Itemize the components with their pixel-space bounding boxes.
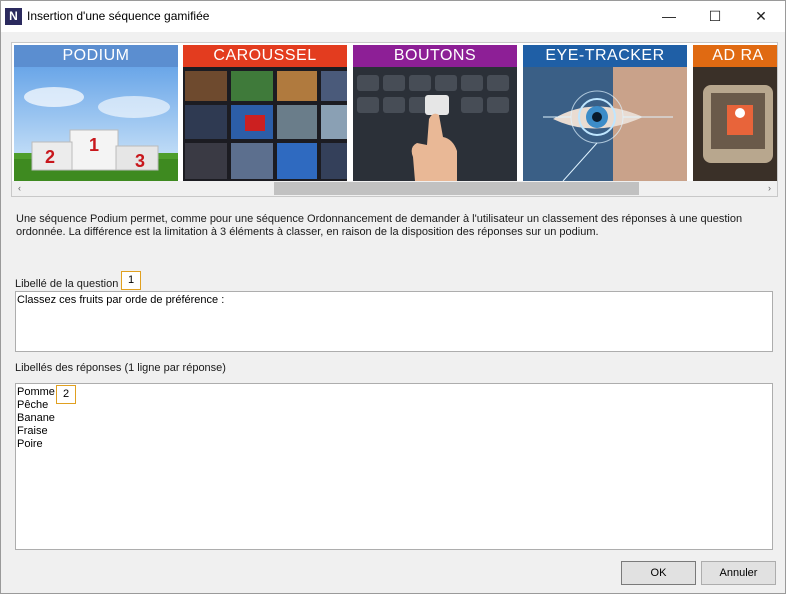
boutons-image xyxy=(353,67,517,181)
tile-boutons-label: BOUTONS xyxy=(353,45,517,67)
tile-ad-ra[interactable]: AD RA xyxy=(693,45,777,181)
minimize-button[interactable]: — xyxy=(646,1,692,32)
question-label: Libellé de la question xyxy=(15,278,119,290)
tile-ad-ra-label: AD RA xyxy=(693,45,777,67)
dialog-window: N Insertion d'une séquence gamifiée — ☐ … xyxy=(0,0,786,594)
question-marker: 1 xyxy=(121,271,141,290)
answers-marker: 2 xyxy=(56,385,76,404)
answers-label: Libellés des réponses (1 ligne par répon… xyxy=(15,362,226,374)
sequence-gallery: PODIUM 1 2 3 CAROUSSEL BOUTONS EYE-TRACK… xyxy=(11,42,778,197)
eye-tracker-image xyxy=(523,67,687,181)
tile-podium-label: PODIUM xyxy=(14,45,178,67)
tile-caroussel-label: CAROUSSEL xyxy=(183,45,347,67)
gallery-scrollbar[interactable]: ‹ › xyxy=(12,181,777,196)
answers-field[interactable]: Pomme Pêche Banane Fraise Poire xyxy=(15,383,773,550)
scrollbar-thumb[interactable] xyxy=(274,182,639,195)
caroussel-image xyxy=(183,67,347,181)
cancel-button[interactable]: Annuler xyxy=(701,561,776,585)
podium-first: 1 xyxy=(89,135,99,155)
tile-eye-tracker-label: EYE-TRACKER xyxy=(523,45,687,67)
question-field[interactable]: Classez ces fruits par orde de préférenc… xyxy=(15,291,773,352)
title-bar: N Insertion d'une séquence gamifiée — ☐ … xyxy=(1,1,785,32)
podium-image: 1 2 3 xyxy=(14,67,178,181)
tile-boutons[interactable]: BOUTONS xyxy=(353,45,517,181)
app-icon: N xyxy=(5,8,22,25)
tile-eye-tracker[interactable]: EYE-TRACKER xyxy=(523,45,687,181)
ok-button[interactable]: OK xyxy=(621,561,696,585)
close-button[interactable]: ✕ xyxy=(738,1,784,32)
podium-third: 3 xyxy=(135,151,145,171)
tile-caroussel[interactable]: CAROUSSEL xyxy=(183,45,347,181)
scroll-left-icon[interactable]: ‹ xyxy=(12,181,27,196)
scroll-right-icon[interactable]: › xyxy=(762,181,777,196)
podium-second: 2 xyxy=(45,147,55,167)
ad-ra-image xyxy=(693,67,777,181)
sequence-description: Une séquence Podium permet, comme pour u… xyxy=(16,213,743,238)
tile-podium[interactable]: PODIUM 1 2 3 xyxy=(14,45,178,181)
maximize-button[interactable]: ☐ xyxy=(692,1,738,32)
window-title: Insertion d'une séquence gamifiée xyxy=(27,9,210,23)
